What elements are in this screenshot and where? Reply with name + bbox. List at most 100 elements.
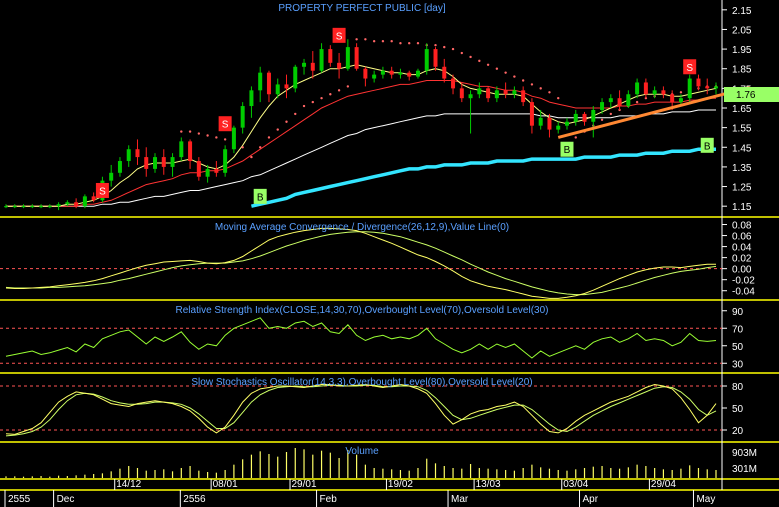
- parabolic-stop-dot: [355, 38, 358, 41]
- candle-body: [249, 90, 254, 107]
- candle-body: [494, 90, 499, 99]
- date-tick-label: 08/01: [213, 479, 238, 490]
- macd-axis-tick-label: 0.04: [732, 243, 752, 254]
- stochastic-axis-tick-label: 50: [732, 404, 744, 415]
- candle-body: [12, 206, 17, 208]
- candle-body: [310, 62, 315, 71]
- price-axis-tick-label: 1.55: [732, 124, 752, 135]
- candle-body: [319, 49, 324, 71]
- month-label: Dec: [57, 494, 75, 505]
- macd-axis-tick-label: -0.02: [732, 276, 755, 287]
- sell-signal-marker: S: [95, 182, 109, 198]
- candle-body: [240, 106, 245, 128]
- stock-chart: SSBSBSB 2.152.051.951.851.751.651.551.45…: [0, 0, 779, 507]
- parabolic-stop-dot: [294, 112, 297, 116]
- volume-panel-title: Volume: [345, 446, 379, 457]
- candle-body: [486, 88, 491, 99]
- candle-body: [82, 196, 87, 207]
- price-axis-tick-label: 1.95: [732, 45, 752, 56]
- candle-body: [56, 204, 61, 207]
- parabolic-stop-dot: [408, 42, 411, 45]
- candle-body: [354, 47, 359, 69]
- macd-panel-title: Moving Average Convergence / Divergence(…: [215, 222, 509, 233]
- parabolic-stop-dot: [399, 42, 402, 45]
- signal-label: B: [564, 145, 571, 156]
- parabolic-stop-dot: [241, 146, 244, 149]
- candle-body: [302, 62, 307, 67]
- candle-body: [678, 98, 683, 103]
- price-axis-tick-label: 1.45: [732, 143, 752, 154]
- candle-body: [380, 70, 385, 75]
- candle-body: [687, 78, 692, 99]
- price-axis-tick-label: 1.65: [732, 104, 752, 115]
- signal-label: S: [99, 186, 106, 197]
- date-tick-label: 29/01: [292, 479, 317, 490]
- month-label: Apr: [583, 494, 599, 505]
- stochastic-axis-tick-label: 20: [732, 426, 744, 437]
- price-axis-tick-label: 1.35: [732, 163, 752, 174]
- parabolic-stop-dot: [460, 51, 464, 55]
- date-tick-label: 19/02: [388, 479, 413, 490]
- candle-body: [591, 109, 596, 122]
- candle-body: [635, 82, 640, 95]
- parabolic-stop-dot: [276, 128, 279, 131]
- candle-body: [600, 102, 605, 110]
- candle-body: [538, 117, 543, 126]
- signal-label: S: [336, 31, 343, 42]
- year-label: 2555: [8, 494, 31, 505]
- candle-body: [573, 113, 578, 122]
- stochastic-panel-title: Slow Stochastics Oscillator(14,3,3),Over…: [191, 377, 532, 388]
- sell-signal-marker: S: [332, 27, 346, 43]
- buy-signal-marker: B: [560, 141, 574, 157]
- parabolic-stop-dot: [364, 38, 367, 41]
- candle-body: [451, 78, 456, 89]
- candle-body: [39, 206, 44, 208]
- parabolic-stop-dot: [329, 93, 332, 96]
- candle-body: [714, 86, 718, 89]
- parabolic-stop-dot: [381, 40, 385, 43]
- parabolic-stop-dot: [390, 40, 393, 43]
- parabolic-stop-dot: [337, 89, 341, 92]
- candle-body: [30, 206, 35, 208]
- parabolic-stop-dot: [451, 47, 455, 51]
- parabolic-stop-dot: [434, 43, 437, 47]
- candle-body: [4, 206, 8, 208]
- candle-body: [670, 94, 675, 103]
- candle-body: [696, 78, 701, 87]
- candle-body: [144, 157, 149, 169]
- parabolic-stop-dot: [180, 130, 183, 133]
- candle-body: [47, 206, 52, 208]
- parabolic-stop-dot: [521, 79, 525, 82]
- candle-body: [503, 90, 508, 95]
- rsi-axis-tick-label: 70: [732, 324, 744, 335]
- macd-axis-tick-label: -0.04: [732, 287, 755, 298]
- parabolic-stop-dot: [311, 100, 314, 104]
- candle-body: [275, 84, 280, 95]
- sell-signal-marker: S: [683, 59, 697, 75]
- parabolic-stop-dot: [600, 118, 604, 121]
- candle-body: [521, 90, 526, 103]
- candle-body: [65, 202, 70, 205]
- year-label: 2556: [183, 494, 206, 505]
- candle-body: [328, 49, 333, 63]
- price-axis-tick-label: 2.15: [732, 6, 752, 17]
- candle-body: [468, 94, 473, 99]
- candle-body: [231, 127, 236, 150]
- candle-body: [389, 70, 394, 75]
- candle-body: [153, 157, 158, 169]
- candle-body: [161, 157, 166, 167]
- candle-body: [74, 202, 79, 207]
- month-label: Mar: [451, 494, 469, 505]
- parabolic-stop-dot: [215, 136, 218, 139]
- parabolic-stop-dot: [416, 42, 420, 45]
- candle-body: [608, 98, 613, 103]
- parabolic-stop-dot: [267, 136, 271, 139]
- candle-body: [223, 149, 228, 173]
- parabolic-stop-dot: [635, 100, 639, 104]
- candle-body: [363, 68, 368, 79]
- month-label: Feb: [320, 494, 338, 505]
- stochastic-axis-tick-label: 80: [732, 382, 744, 393]
- month-label: May: [696, 494, 715, 505]
- signal-label: B: [257, 192, 264, 203]
- candle-body: [135, 149, 140, 158]
